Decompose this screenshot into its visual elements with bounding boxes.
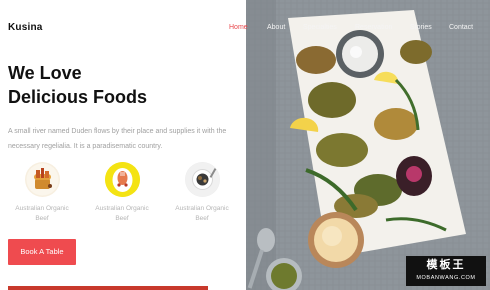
watermark-url: MOBANWANG.COM	[416, 275, 476, 281]
nav-item-specialties[interactable]: Specialties	[303, 24, 337, 31]
next-section-image-edge	[8, 286, 208, 290]
hero-heading-line-2: Delicious Foods	[8, 87, 148, 107]
feature-caption-line-1: Australian Organic	[15, 205, 69, 212]
feature-item: Australian Organic Beef	[12, 162, 72, 224]
watermark-logo: 模板王	[426, 258, 466, 271]
burger-dish-icon	[24, 162, 60, 197]
feature-caption-line-2: Beef	[35, 215, 49, 222]
salad-bowl-icon	[184, 162, 220, 197]
feature-caption: Australian Organic Beef	[172, 204, 232, 224]
nav-item-contact[interactable]: Contact	[449, 24, 473, 31]
feature-caption-line-2: Beef	[195, 215, 209, 222]
feature-caption-line-2: Beef	[115, 215, 129, 222]
feature-caption: Australian Organic Beef	[12, 204, 72, 224]
feature-item: Australian Organic Beef	[172, 162, 232, 224]
feature-caption-line-1: Australian Organic	[175, 205, 229, 212]
book-a-table-button[interactable]: Book A Table	[8, 239, 76, 265]
hero-food-image	[246, 0, 490, 290]
main-nav: Home About Specialties Reservation Stori…	[229, 24, 484, 36]
seafood-plate-icon	[104, 162, 140, 197]
nav-item-home[interactable]: Home	[229, 24, 248, 31]
feature-item: Australian Organic Beef	[92, 162, 152, 224]
hero-heading: We Love Delicious Foods	[8, 61, 147, 109]
hero-text-panel: Kusina We Love Delicious Foods A small r…	[0, 0, 246, 290]
site-watermark: 模板王 MOBANWANG.COM	[406, 256, 486, 286]
hero-heading-line-1: We Love	[8, 63, 82, 83]
hero-description: A small river named Duden flows by their…	[8, 128, 227, 150]
feature-list: Australian Organic Beef Australian Organ…	[0, 160, 246, 222]
feature-caption: Australian Organic Beef	[92, 204, 152, 224]
nav-item-stories[interactable]: Stories	[410, 24, 432, 31]
nav-item-reservation[interactable]: Reservation	[355, 24, 392, 31]
brand-logo[interactable]: Kusina	[8, 22, 43, 33]
nav-item-about[interactable]: About	[267, 24, 285, 31]
feature-caption-line-1: Australian Organic	[95, 205, 149, 212]
fried-food-platter-illustration	[246, 0, 490, 290]
